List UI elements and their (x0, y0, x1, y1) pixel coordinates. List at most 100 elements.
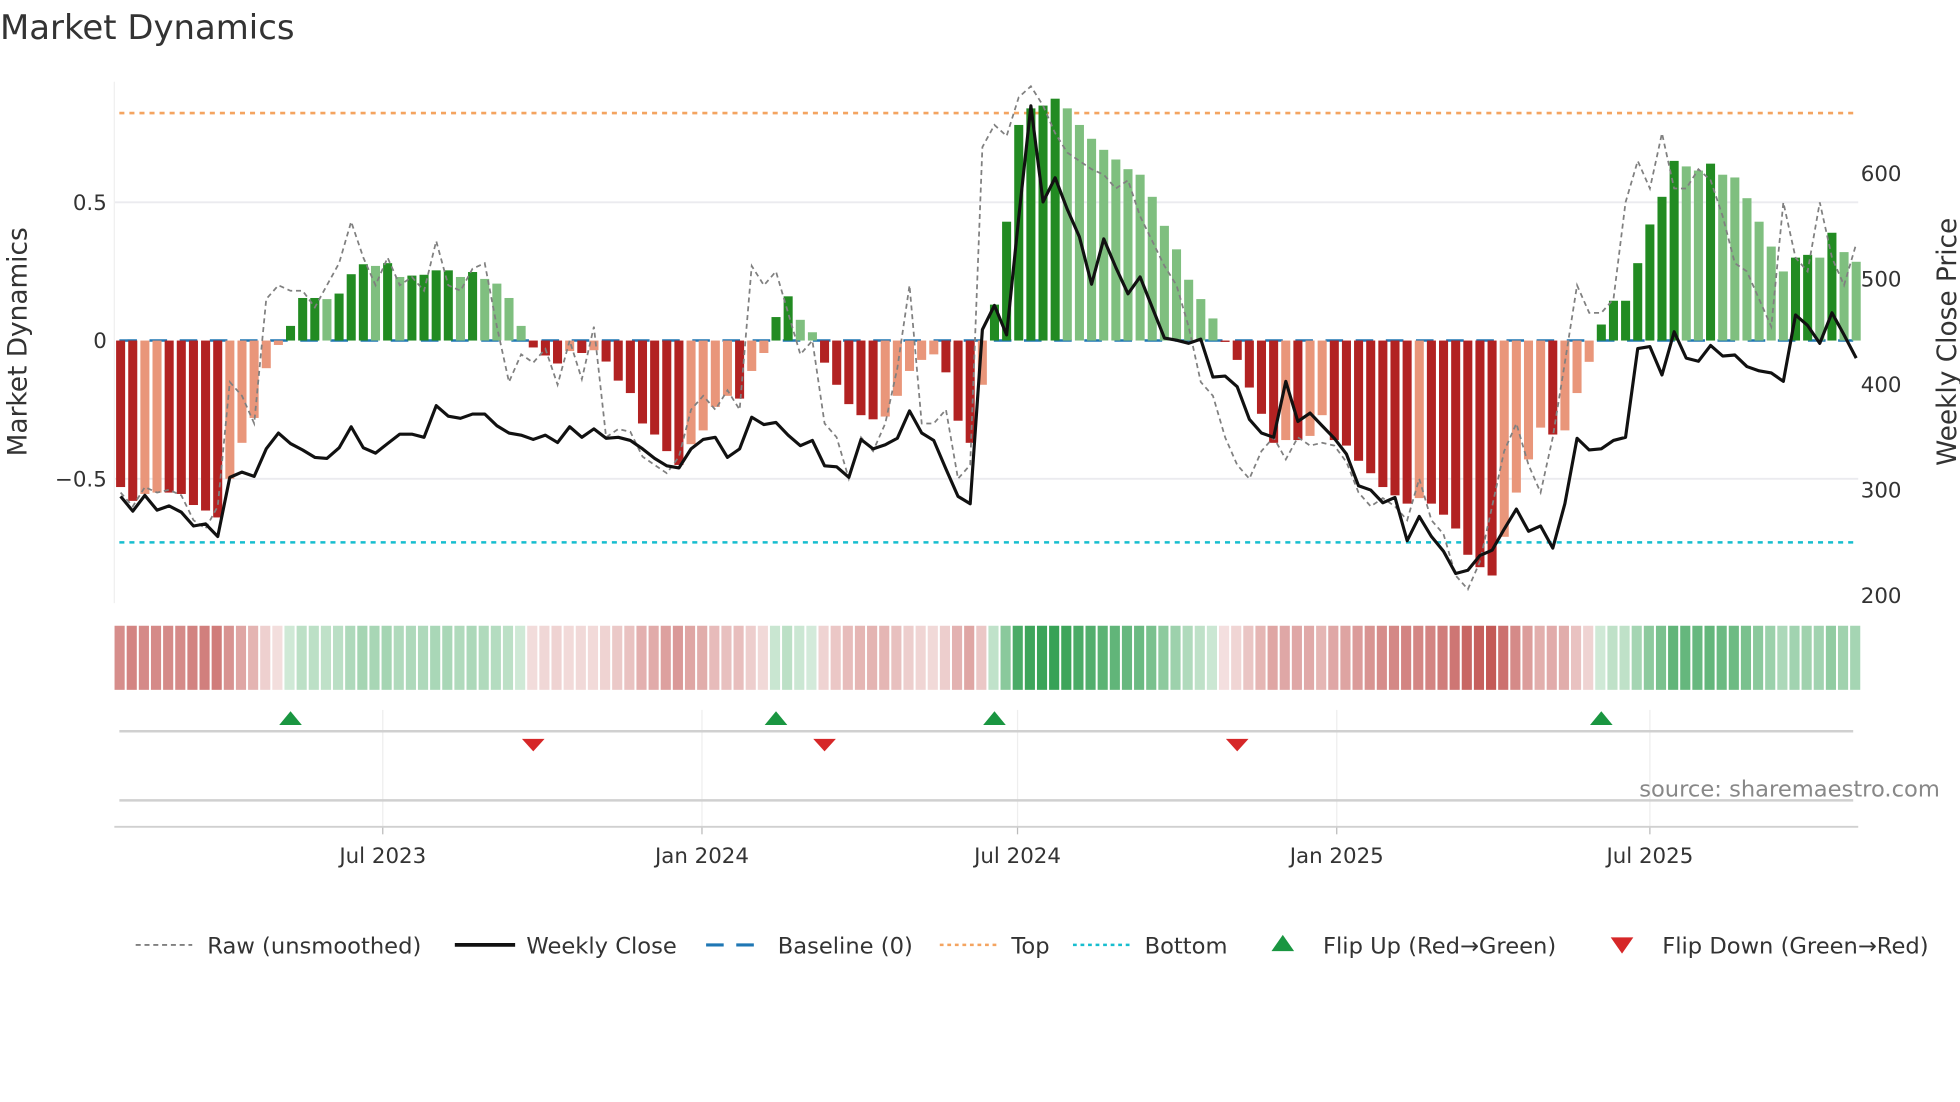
strip-cell-83 (1121, 625, 1133, 690)
bar-127 (1657, 196, 1667, 341)
bar-68 (941, 340, 951, 373)
legend-flip-up-icon (1271, 934, 1295, 952)
strip-cell-59 (830, 625, 841, 690)
strip-cell-28 (454, 625, 465, 690)
bar-53 (759, 340, 769, 353)
bar-63 (880, 340, 890, 417)
strip-cell-102 (1352, 625, 1363, 690)
strip-cell-100 (1328, 625, 1339, 690)
strip-cell-42 (624, 625, 635, 690)
strip-cell-142 (1837, 625, 1849, 690)
strip-cell-18 (333, 625, 344, 690)
x-tick-label: Jan 2024 (653, 844, 749, 869)
bar-130 (1693, 170, 1703, 341)
strip-cell-74 (1012, 625, 1023, 690)
chart-title: Market Dynamics (0, 8, 295, 47)
bar-99 (1317, 340, 1327, 416)
y2-axis-title: Weekly Close Price (1933, 218, 1960, 466)
strip-cell-130 (1692, 625, 1703, 690)
strip-cell-133 (1728, 625, 1739, 690)
strip-cell-141 (1825, 625, 1836, 690)
legend-flip-down-icon (1610, 937, 1634, 954)
bar-20 (358, 264, 368, 341)
legend-label: Weekly Close (526, 934, 676, 960)
bar-7 (201, 340, 211, 511)
bar-9 (225, 340, 235, 479)
strip-cell-1 (126, 625, 137, 690)
bar-31 (492, 283, 502, 341)
strip-cell-101 (1340, 625, 1351, 690)
bar-67 (929, 340, 939, 355)
lines (119, 84, 1858, 591)
flip-up-marker (764, 711, 788, 726)
strip-cell-31 (490, 625, 501, 690)
strip-cell-32 (502, 625, 514, 690)
source-label: source: sharemaestro.com (1639, 777, 1940, 803)
flip-up-marker (1590, 711, 1613, 726)
bar-91 (1220, 340, 1230, 342)
strip-cell-139 (1801, 625, 1812, 690)
bar-65 (904, 340, 915, 371)
strip-cell-98 (1303, 625, 1315, 690)
bar-61 (856, 340, 866, 416)
strip-cell-3 (150, 625, 162, 690)
bar-6 (188, 340, 198, 506)
bar-66 (917, 340, 927, 360)
strip-cell-54 (769, 625, 781, 690)
strip-cell-75 (1024, 625, 1035, 690)
bars (116, 98, 1861, 576)
x-tick-label: Jul 2025 (1604, 844, 1693, 869)
flip-down-marker (1225, 738, 1249, 752)
strip-cell-47 (684, 625, 696, 690)
bar-94 (1256, 340, 1267, 414)
bar-45 (662, 340, 672, 452)
bar-4 (164, 340, 174, 493)
strip-cell-95 (1267, 625, 1278, 690)
bar-133 (1730, 177, 1740, 341)
strip-cell-24 (405, 625, 416, 690)
bar-137 (1778, 271, 1788, 341)
strip-cell-108 (1425, 625, 1436, 690)
strip-cell-112 (1473, 625, 1485, 690)
bar-34 (528, 340, 538, 348)
strip-cell-17 (320, 625, 332, 690)
bar-22 (383, 263, 393, 341)
strip-cell-4 (163, 625, 174, 690)
strip-cell-78 (1061, 625, 1072, 690)
strip-cell-12 (260, 625, 271, 690)
bar-60 (844, 340, 854, 405)
bar-76 (1038, 105, 1048, 341)
bar-38 (577, 340, 587, 353)
bar-89 (1196, 299, 1206, 341)
strip-cell-7 (199, 625, 210, 690)
strip-cell-38 (575, 625, 586, 690)
strip-cell-117 (1534, 625, 1545, 690)
y-tick-label: 0 (93, 329, 107, 354)
strip-cell-128 (1668, 625, 1679, 690)
bar-33 (516, 325, 526, 341)
strip-cell-137 (1777, 625, 1788, 690)
flip-up-marker (983, 711, 1006, 726)
bar-15 (298, 297, 308, 341)
strip-cell-65 (903, 625, 914, 690)
bar-108 (1426, 340, 1436, 504)
bar-40 (601, 340, 611, 362)
strip-cell-5 (175, 625, 186, 690)
strip-cell-103 (1364, 625, 1375, 690)
bar-124 (1621, 300, 1631, 341)
strip-cell-118 (1546, 625, 1557, 690)
bar-47 (686, 340, 696, 445)
bar-0 (116, 340, 126, 488)
bar-135 (1754, 221, 1764, 341)
strip-cell-82 (1109, 625, 1120, 690)
strip-cell-60 (842, 625, 853, 690)
bar-32 (504, 297, 514, 341)
flip-up-marker (279, 711, 302, 726)
strip-cell-46 (672, 625, 683, 690)
bar-102 (1354, 340, 1364, 461)
strip-cell-94 (1255, 625, 1266, 690)
strip-cell-6 (187, 625, 198, 690)
bar-17 (322, 299, 332, 341)
bar-3 (152, 340, 162, 493)
bar-97 (1293, 340, 1303, 441)
